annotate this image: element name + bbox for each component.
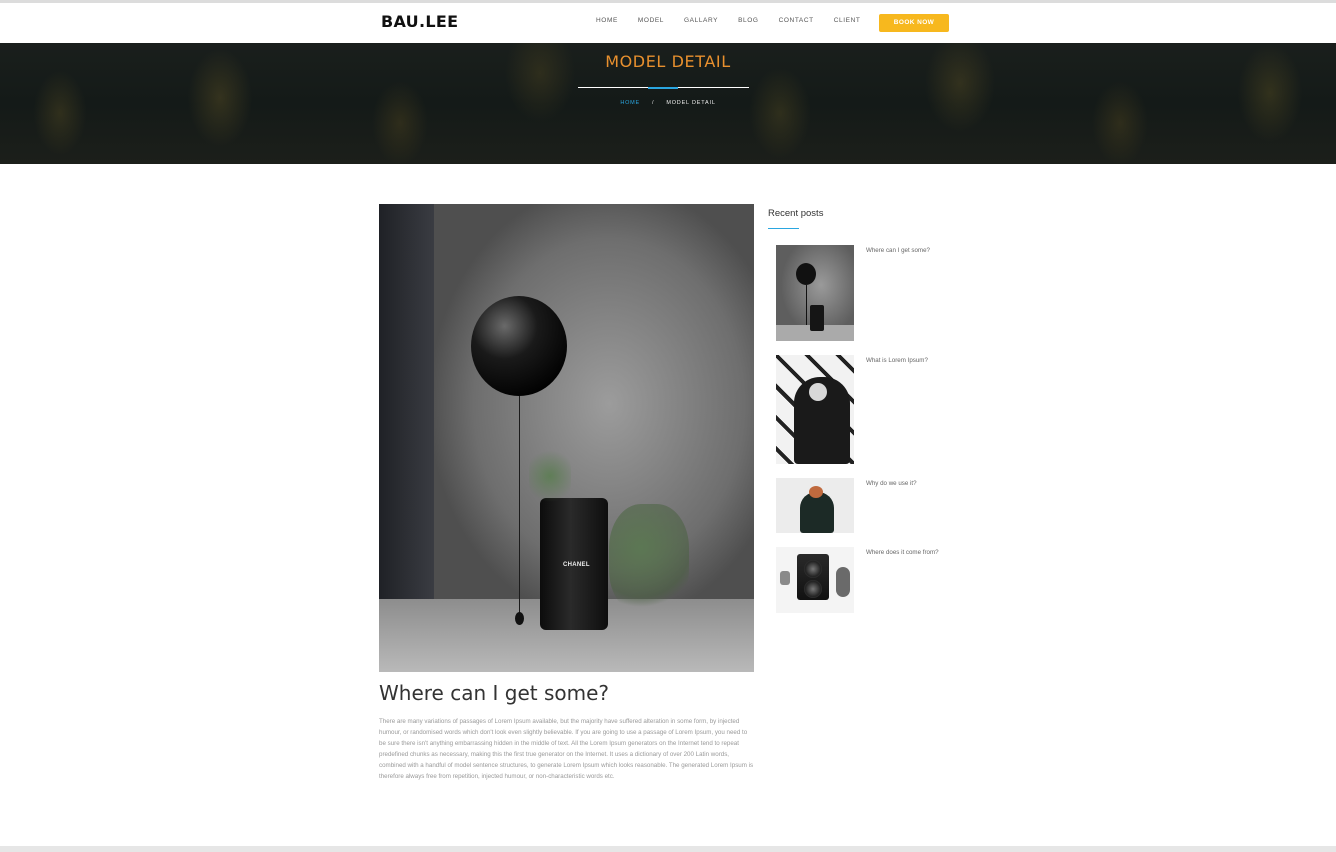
recent-posts-heading: Recent posts bbox=[768, 208, 824, 219]
recent-post-thumbnail[interactable] bbox=[776, 478, 854, 533]
site-logo[interactable]: BAU.LEE bbox=[381, 12, 458, 31]
book-now-button[interactable]: BOOK NOW bbox=[879, 14, 949, 32]
breadcrumb: HOME / MODEL DETAIL bbox=[0, 100, 1336, 106]
recent-posts-underline bbox=[768, 228, 799, 229]
nav-blog[interactable]: BLOG bbox=[738, 16, 758, 26]
breadcrumb-separator: / bbox=[652, 100, 655, 106]
footer-rule bbox=[0, 846, 1336, 852]
nav-home[interactable]: HOME bbox=[596, 16, 618, 26]
main-nav: HOME MODEL GALLARY BLOG CONTACT CLIENT bbox=[596, 16, 880, 26]
title-divider-accent bbox=[648, 87, 678, 89]
breadcrumb-home[interactable]: HOME bbox=[620, 100, 640, 106]
image-balloon-weight bbox=[515, 612, 524, 625]
recent-post-title[interactable]: Where does it come from? bbox=[866, 547, 948, 558]
article-title: Where can I get some? bbox=[379, 681, 609, 705]
article-body: There are many variations of passages of… bbox=[379, 718, 754, 780]
hero-banner: MODEL DETAIL HOME / MODEL DETAIL bbox=[0, 43, 1336, 164]
image-plant bbox=[609, 504, 689, 614]
recent-post-title[interactable]: Where can I get some? bbox=[866, 245, 948, 256]
recent-post-title[interactable]: What is Lorem Ipsum? bbox=[866, 355, 948, 366]
image-wall-shadow bbox=[379, 204, 434, 604]
image-balloon-string bbox=[519, 396, 520, 614]
page-title: MODEL DETAIL bbox=[605, 52, 731, 71]
breadcrumb-current: MODEL DETAIL bbox=[666, 100, 716, 106]
article-image: CHANEL bbox=[379, 204, 754, 672]
recent-post-thumbnail[interactable] bbox=[776, 547, 854, 613]
site-header: BAU.LEE HOME MODEL GALLARY BLOG CONTACT … bbox=[0, 3, 1336, 43]
nav-model[interactable]: MODEL bbox=[638, 16, 664, 26]
recent-post-thumbnail[interactable] bbox=[776, 245, 854, 341]
image-balloon bbox=[471, 296, 567, 396]
nav-contact[interactable]: CONTACT bbox=[779, 16, 814, 26]
nav-client[interactable]: CLIENT bbox=[834, 16, 861, 26]
image-barrel-plant bbox=[529, 446, 571, 506]
recent-post-thumbnail[interactable] bbox=[776, 355, 854, 464]
nav-gallary[interactable]: GALLARY bbox=[684, 16, 718, 26]
recent-post-title[interactable]: Why do we use it? bbox=[866, 478, 948, 489]
image-barrel-label: CHANEL bbox=[563, 562, 590, 568]
